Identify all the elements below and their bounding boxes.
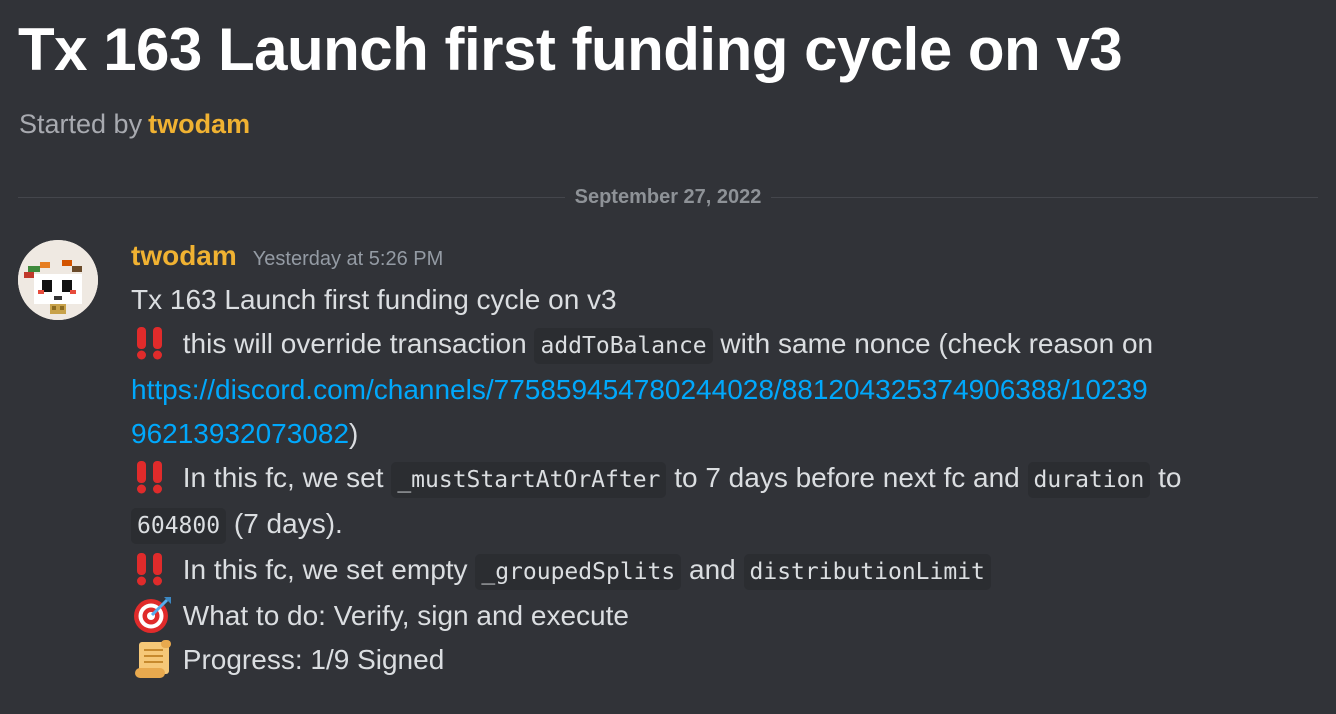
scroll-icon	[131, 638, 175, 680]
divider-line-left	[18, 196, 565, 198]
discord-link[interactable]: https://discord.com/channels/77585945478…	[131, 374, 1148, 405]
code-groupedSplits: _groupedSplits	[475, 554, 682, 590]
code-addToBalance: addToBalance	[534, 328, 713, 364]
divider-date: September 27, 2022	[574, 185, 762, 208]
message-author[interactable]: twodam	[131, 240, 237, 272]
avatar[interactable]	[18, 240, 98, 320]
thread-page: Tx 163 Launch first funding cycle on v3 …	[0, 0, 1336, 714]
message-body: twodam Yesterday at 5:26 PM Tx 163 Launc…	[131, 240, 1311, 683]
message-line: this will override transaction addToBala…	[131, 322, 1311, 368]
message-line: What to do: Verify, sign and execute	[131, 594, 1311, 638]
code-distributionLimit: distributionLimit	[743, 554, 991, 590]
double-exclamation-icon	[131, 325, 175, 361]
message-content: Tx 163 Launch first funding cycle on v3 …	[131, 278, 1311, 683]
discord-link-continued[interactable]: 96213932073082	[131, 418, 349, 449]
started-by-label: Started by	[19, 109, 143, 139]
thread-starter-username[interactable]: twodam	[148, 109, 250, 139]
thread-title: Tx 163 Launch first funding cycle on v3	[18, 16, 1123, 83]
code-mustStartAtOrAfter: _mustStartAtOrAfter	[391, 462, 667, 498]
started-by: Started by twodam	[19, 105, 250, 143]
message-line: https://discord.com/channels/77585945478…	[131, 368, 1311, 412]
message-header: twodam Yesterday at 5:26 PM	[131, 240, 1311, 278]
double-exclamation-icon	[131, 551, 175, 587]
message-line: Tx 163 Launch first funding cycle on v3	[131, 284, 617, 315]
code-604800: 604800	[131, 508, 227, 544]
divider-line-right	[771, 196, 1318, 198]
direct-hit-icon	[131, 595, 175, 635]
code-duration: duration	[1027, 462, 1151, 498]
avatar-image	[18, 240, 98, 320]
date-divider: September 27, 2022	[18, 183, 1318, 211]
message-line: 96213932073082)	[131, 418, 359, 449]
double-exclamation-icon	[131, 459, 175, 495]
message-line: In this fc, we set _mustStartAtOrAfter t…	[131, 456, 1311, 502]
message-timestamp: Yesterday at 5:26 PM	[252, 248, 444, 270]
message-line: 604800 (7 days).	[131, 502, 1311, 548]
message-line: In this fc, we set empty _groupedSplits …	[131, 548, 1311, 594]
message-line: Progress: 1/9 Signed	[131, 638, 1311, 683]
